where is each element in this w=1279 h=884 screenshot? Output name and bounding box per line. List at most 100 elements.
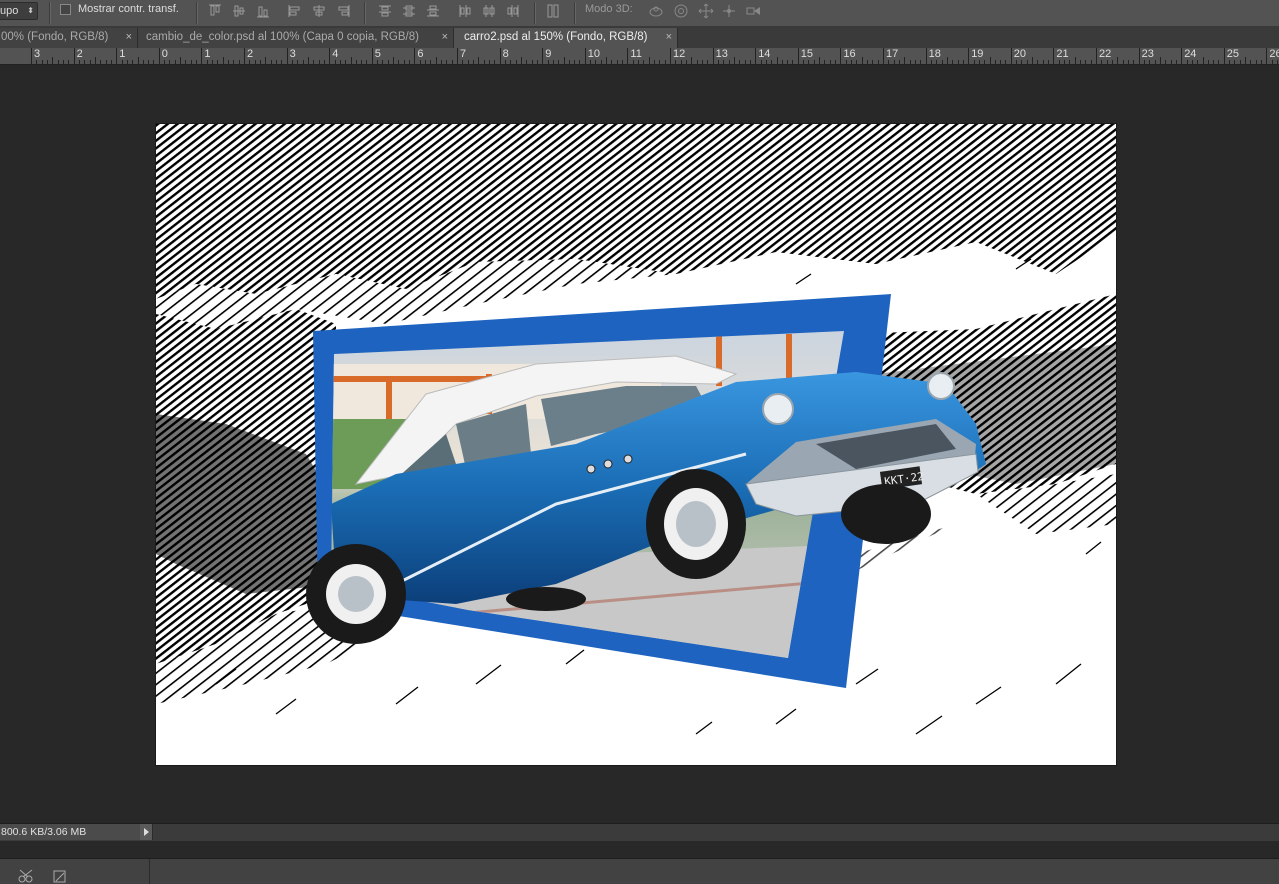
ruler-minor-tick (302, 60, 304, 64)
align-top-icon[interactable] (207, 3, 223, 19)
tab-carro2[interactable]: carro2.psd al 150% (Fondo, RGB/8) × (454, 28, 678, 48)
ruler-major-tick (244, 48, 245, 64)
ruler-label: 13 (715, 48, 728, 60)
tab-label: carro2.psd al 150% (Fondo, RGB/8) (464, 31, 648, 43)
ruler-label: 21 (1056, 48, 1069, 60)
ruler-minor-tick (552, 60, 554, 64)
ruler-minor-tick (483, 60, 485, 64)
ruler-minor-tick (323, 60, 325, 64)
ruler-minor-tick (520, 57, 522, 64)
ruler-minor-tick (270, 60, 272, 64)
ruler-minor-tick (350, 57, 352, 64)
ruler-minor-tick (504, 60, 506, 64)
ruler-minor-tick (382, 60, 384, 64)
ruler-label: 1 (204, 48, 211, 60)
tab-cambio-de-color[interactable]: cambio_de_color.psd al 100% (Capa 0 copi… (138, 28, 454, 48)
tab-label: 00% (Fondo, RGB/8) (1, 31, 109, 43)
ruler-minor-tick (41, 60, 43, 64)
ruler-minor-tick (638, 60, 640, 64)
auto-select-dropdown[interactable]: upo ⬍ (0, 2, 38, 20)
ruler-minor-tick (132, 60, 134, 64)
ruler-minor-tick (568, 60, 570, 64)
show-transform-checkbox[interactable] (60, 4, 71, 15)
ruler-major-tick (1053, 48, 1055, 64)
tab-document-1[interactable]: 00% (Fondo, RGB/8) × (0, 28, 138, 48)
ruler-major-tick (414, 48, 416, 64)
ruler-minor-tick (936, 60, 938, 64)
ruler-major-tick (840, 48, 842, 64)
ruler-minor-tick (164, 60, 166, 64)
show-transform-label: Mostrar contr. transf. (78, 3, 179, 15)
roll-3d-icon[interactable] (673, 3, 689, 19)
align-vcenter-icon[interactable] (231, 3, 247, 19)
close-icon[interactable]: × (666, 28, 672, 47)
distribute-vcenter-icon[interactable] (401, 3, 417, 19)
ruler-minor-tick (867, 60, 869, 64)
ruler-minor-tick (872, 60, 874, 64)
horizontal-ruler[interactable]: 3 2 1 0 1 2 3 4 5 6 7 8 9 10 11 12 13 14 15 16 17 18 19 20 21 22 2… (0, 48, 1279, 65)
status-menu-arrow-icon[interactable] (140, 824, 153, 840)
rotate-3d-icon[interactable] (648, 3, 664, 19)
scissors-icon[interactable] (18, 869, 36, 883)
ruler-minor-tick (105, 60, 107, 64)
ruler-major-tick (1266, 48, 1268, 64)
align-bottom-icon[interactable] (255, 3, 271, 19)
ruler-minor-tick (829, 60, 831, 64)
ruler-minor-tick (46, 60, 48, 64)
ruler-minor-tick (419, 60, 421, 64)
separator (49, 2, 51, 24)
edit-mask-icon[interactable] (53, 870, 67, 884)
ruler-label: 24 (1184, 48, 1197, 60)
ruler-minor-tick (409, 60, 411, 64)
align-left-icon[interactable] (287, 3, 303, 19)
ruler-minor-tick (760, 60, 762, 64)
ruler-minor-tick (701, 60, 703, 64)
ruler-major-tick (31, 48, 32, 64)
document-canvas[interactable]: KKT·22 (156, 124, 1116, 765)
ruler-minor-tick (233, 60, 235, 64)
ruler-minor-tick (515, 60, 517, 64)
ruler-label: 11 (630, 48, 642, 60)
document-size-info[interactable]: 800.6 KB/3.06 MB (0, 824, 142, 840)
ruler-minor-tick (361, 60, 363, 64)
ruler-minor-tick (643, 60, 645, 64)
ruler-minor-tick (776, 57, 778, 64)
ruler-minor-tick (185, 60, 187, 64)
ruler-major-tick (116, 48, 118, 64)
ruler-minor-tick (206, 60, 208, 64)
distribute-right-icon[interactable] (505, 3, 521, 19)
distribute-hcenter-icon[interactable] (481, 3, 497, 19)
ruler-minor-tick (1074, 57, 1076, 64)
ruler-minor-tick (174, 60, 176, 64)
distribute-top-icon[interactable] (377, 3, 393, 19)
ruler-minor-tick (435, 57, 437, 64)
ruler-major-tick (797, 48, 799, 64)
align-right-icon[interactable] (335, 3, 351, 19)
distribute-left-icon[interactable] (457, 3, 473, 19)
ruler-minor-tick (1127, 60, 1129, 64)
align-hcenter-icon[interactable] (311, 3, 327, 19)
auto-align-icon[interactable] (545, 3, 561, 19)
tab-label: cambio_de_color.psd al 100% (Capa 0 copi… (146, 31, 419, 43)
ruler-label: 16 (843, 48, 856, 60)
ruler-minor-tick (526, 60, 528, 64)
ruler-minor-tick (978, 60, 980, 64)
distribute-bottom-icon[interactable] (425, 3, 441, 19)
ruler-minor-tick (62, 60, 64, 64)
slide-3d-icon[interactable] (721, 3, 737, 19)
ruler-minor-tick (771, 60, 773, 64)
pan-3d-icon[interactable] (698, 3, 714, 19)
ruler-minor-tick (339, 60, 341, 64)
ruler-minor-tick (941, 60, 943, 64)
auto-select-value: upo (0, 5, 19, 17)
ruler-minor-tick (1149, 60, 1151, 64)
ruler-minor-tick (478, 57, 480, 64)
close-icon[interactable]: × (126, 28, 132, 47)
ruler-minor-tick (824, 60, 826, 64)
close-icon[interactable]: × (442, 28, 448, 47)
scale-3d-icon[interactable] (745, 3, 761, 19)
ruler-label: 2 (76, 48, 83, 60)
ruler-minor-tick (467, 60, 469, 64)
ruler-major-tick (584, 48, 586, 64)
ruler-minor-tick (1191, 60, 1193, 64)
